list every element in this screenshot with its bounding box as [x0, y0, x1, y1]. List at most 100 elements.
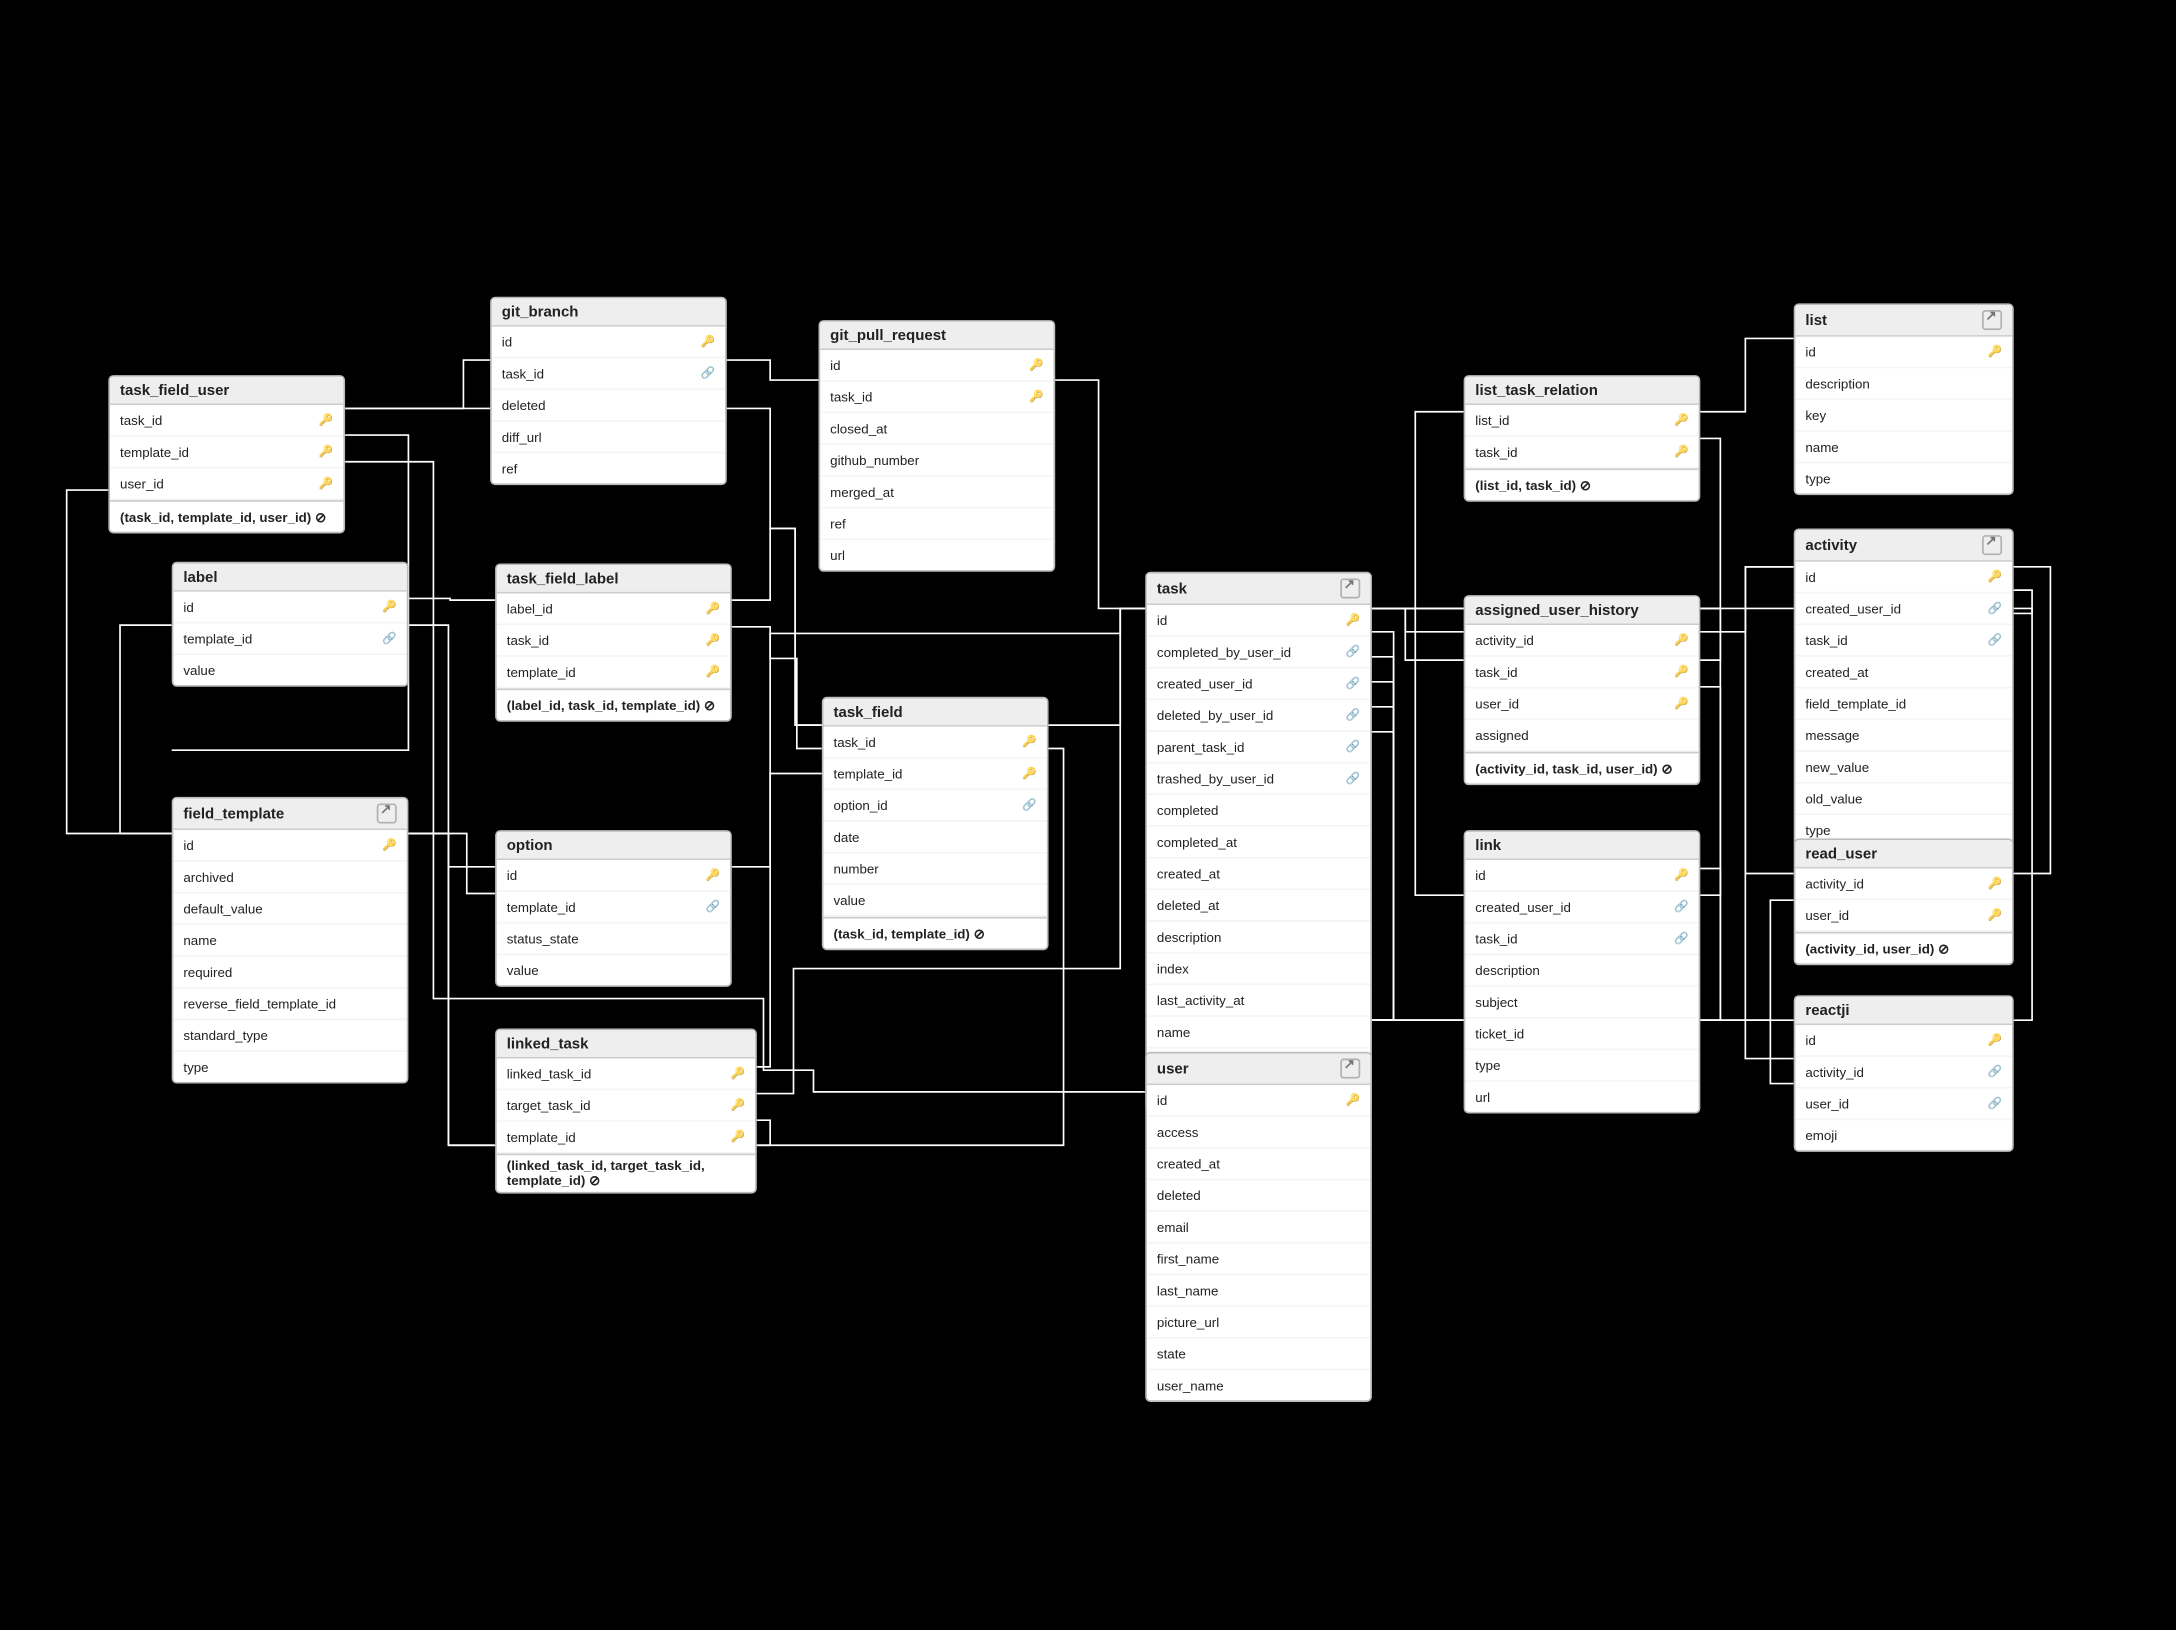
column-row[interactable]: name [1147, 1017, 1370, 1049]
column-row[interactable]: deleted [492, 390, 725, 422]
column-row[interactable]: diff_url [492, 422, 725, 454]
column-row[interactable]: ref [492, 453, 725, 483]
column-row[interactable]: id [1795, 1025, 2012, 1057]
column-row[interactable]: value [173, 655, 406, 685]
table-header[interactable]: task [1147, 573, 1370, 605]
table-task_field[interactable]: task_fieldtask_idtemplate_idoption_iddat… [822, 697, 1049, 950]
column-row[interactable]: task_id [492, 358, 725, 390]
column-row[interactable]: required [173, 957, 406, 989]
column-row[interactable]: user_id [1465, 688, 1698, 720]
external-link-icon[interactable] [1340, 578, 1360, 598]
table-header[interactable]: task_field_label [497, 565, 730, 593]
column-row[interactable]: template_id [823, 758, 1046, 790]
table-header[interactable]: task_field [823, 698, 1046, 726]
column-row[interactable]: url [820, 540, 1053, 570]
external-link-icon[interactable] [1982, 310, 2002, 330]
column-row[interactable]: completed [1147, 795, 1370, 827]
column-row[interactable]: state [1147, 1339, 1370, 1371]
table-list[interactable]: listiddescriptionkeynametype [1794, 303, 2014, 495]
column-row[interactable]: status_state [497, 924, 730, 956]
column-row[interactable]: key [1795, 400, 2012, 432]
table-git_pull_request[interactable]: git_pull_requestidtask_idclosed_atgithub… [818, 320, 1055, 572]
column-row[interactable]: id [497, 860, 730, 892]
table-option[interactable]: optionidtemplate_idstatus_statevalue [495, 830, 732, 987]
column-row[interactable]: template_id [497, 1122, 755, 1154]
table-linked_task[interactable]: linked_tasklinked_task_idtarget_task_idt… [495, 1029, 757, 1194]
column-row[interactable]: date [823, 822, 1046, 854]
column-row[interactable]: url [1465, 1082, 1698, 1112]
column-row[interactable]: option_id [823, 790, 1046, 822]
column-row[interactable]: id [820, 350, 1053, 382]
column-row[interactable]: last_activity_at [1147, 985, 1370, 1017]
table-header[interactable]: link [1465, 832, 1698, 860]
column-row[interactable]: value [497, 955, 730, 985]
column-row[interactable]: type [1795, 463, 2012, 493]
column-row[interactable]: task_id [110, 405, 343, 437]
column-row[interactable]: message [1795, 720, 2012, 752]
column-row[interactable]: activity_id [1795, 869, 2012, 901]
column-row[interactable]: completed_at [1147, 827, 1370, 859]
column-row[interactable]: value [823, 885, 1046, 917]
column-row[interactable]: user_id [1795, 900, 2012, 932]
column-row[interactable]: standard_type [173, 1020, 406, 1052]
table-task[interactable]: taskidcompleted_by_user_idcreated_user_i… [1145, 572, 1372, 1112]
er-diagram-canvas[interactable]: task_field_usertask_idtemplate_iduser_id… [0, 0, 2175, 1630]
column-row[interactable]: template_id [173, 623, 406, 655]
column-row[interactable]: deleted [1147, 1180, 1370, 1212]
column-row[interactable]: id [1147, 605, 1370, 637]
column-row[interactable]: number [823, 854, 1046, 886]
table-read_user[interactable]: read_useractivity_iduser_id(activity_id,… [1794, 839, 2014, 966]
table-header[interactable]: list_task_relation [1465, 377, 1698, 405]
column-row[interactable]: emoji [1795, 1120, 2012, 1150]
column-row[interactable]: id [1147, 1085, 1370, 1117]
table-link[interactable]: linkidcreated_user_idtask_iddescriptions… [1464, 830, 1701, 1113]
column-row[interactable]: type [1465, 1050, 1698, 1082]
column-row[interactable]: target_task_id [497, 1090, 755, 1122]
column-row[interactable]: reverse_field_template_id [173, 989, 406, 1021]
column-row[interactable]: task_id [1465, 657, 1698, 689]
column-row[interactable]: deleted_at [1147, 890, 1370, 922]
table-header[interactable]: read_user [1795, 840, 2012, 868]
column-row[interactable]: task_id [1465, 924, 1698, 956]
column-row[interactable]: id [1795, 337, 2012, 369]
column-row[interactable]: linked_task_id [497, 1059, 755, 1091]
column-row[interactable]: subject [1465, 987, 1698, 1019]
column-row[interactable]: id [173, 830, 406, 862]
column-row[interactable]: activity_id [1795, 1057, 2012, 1089]
column-row[interactable]: access [1147, 1117, 1370, 1149]
table-field_template[interactable]: field_templateidarchiveddefault_valuenam… [172, 797, 409, 1084]
column-row[interactable]: template_id [497, 892, 730, 924]
column-row[interactable]: user_id [1795, 1089, 2012, 1121]
table-assigned_user_history[interactable]: assigned_user_historyactivity_idtask_idu… [1464, 595, 1701, 785]
column-row[interactable]: default_value [173, 894, 406, 926]
table-header[interactable]: option [497, 832, 730, 860]
column-row[interactable]: created_at [1147, 859, 1370, 891]
column-row[interactable]: name [173, 925, 406, 957]
table-header[interactable]: task_field_user [110, 377, 343, 405]
table-header[interactable]: user [1147, 1054, 1370, 1086]
column-row[interactable]: last_name [1147, 1275, 1370, 1307]
column-row[interactable]: id [1795, 562, 2012, 594]
column-row[interactable]: index [1147, 954, 1370, 986]
table-header[interactable]: list [1795, 305, 2012, 337]
column-row[interactable]: new_value [1795, 752, 2012, 784]
table-header[interactable]: linked_task [497, 1030, 755, 1058]
external-link-icon[interactable] [1340, 1059, 1360, 1079]
column-row[interactable]: created_at [1795, 657, 2012, 689]
column-row[interactable]: email [1147, 1212, 1370, 1244]
column-row[interactable]: github_number [820, 445, 1053, 477]
column-row[interactable]: id [492, 327, 725, 359]
column-row[interactable]: parent_task_id [1147, 732, 1370, 764]
table-header[interactable]: git_branch [492, 298, 725, 326]
column-row[interactable]: activity_id [1465, 625, 1698, 657]
column-row[interactable]: ticket_id [1465, 1019, 1698, 1051]
column-row[interactable]: task_id [1465, 437, 1698, 469]
column-row[interactable]: task_id [1795, 625, 2012, 657]
column-row[interactable]: list_id [1465, 405, 1698, 437]
column-row[interactable]: id [173, 592, 406, 624]
column-row[interactable]: first_name [1147, 1244, 1370, 1276]
column-row[interactable]: label_id [497, 593, 730, 625]
column-row[interactable]: created_user_id [1465, 892, 1698, 924]
column-row[interactable]: task_id [820, 382, 1053, 414]
table-git_branch[interactable]: git_branchidtask_iddeleteddiff_urlref [490, 297, 727, 485]
